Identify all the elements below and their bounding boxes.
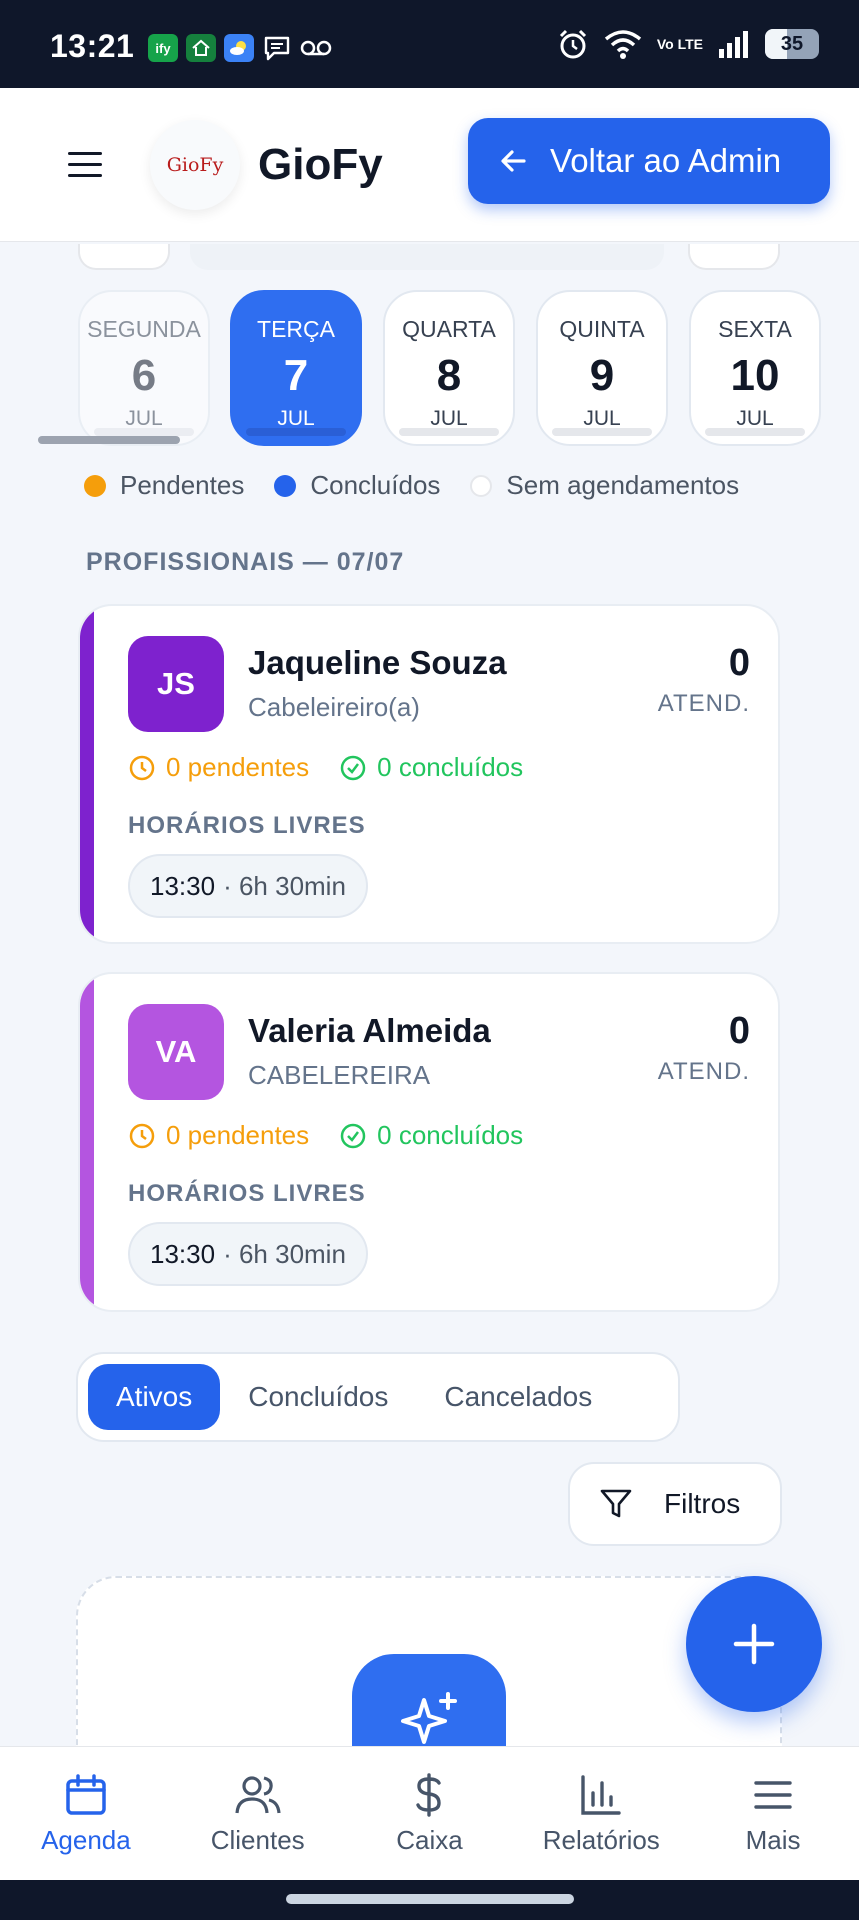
legend-pending: Pendentes [84, 470, 244, 501]
bottom-navigation: Agenda Clientes Caixa Relatórios Mais [0, 1746, 859, 1880]
brand-name: GioFy [258, 140, 383, 189]
pending-stat: 0 pendentes [128, 752, 309, 783]
status-legend: Pendentes Concluídos Sem agendamentos [84, 470, 739, 501]
arrow-left-icon [501, 150, 526, 172]
day-progress-bar [246, 428, 346, 436]
horizontal-scrollbar[interactable] [38, 436, 180, 444]
professional-card[interactable]: JS Jaqueline Souza Cabeleireiro(a) 0 ATE… [78, 604, 780, 944]
back-to-admin-button[interactable]: Voltar ao Admin [468, 118, 830, 204]
giofy-logo: GioFy [150, 120, 240, 210]
professional-name: Valeria Almeida [248, 1012, 491, 1049]
system-icons: Vo LTE 35 [557, 28, 819, 60]
back-to-admin-label: Voltar ao Admin [550, 142, 782, 179]
clock-icon [129, 1123, 155, 1148]
free-slot[interactable]: 13:30 · 6h 30min [128, 854, 368, 918]
day-sexta[interactable]: SEXTA 10 JUL [689, 290, 821, 446]
appointment-count: 0 [728, 642, 750, 684]
notification-icons: ify [148, 34, 332, 62]
free-slots-title: HORÁRIOS LIVRES [128, 1180, 366, 1207]
ify-app-icon: ify [148, 34, 178, 62]
add-appointment-fab[interactable] [686, 1576, 822, 1712]
day-terca[interactable]: TERÇA 7 JUL [230, 290, 362, 446]
appointment-count-label: ATEND. [657, 1058, 750, 1085]
users-icon [235, 1776, 281, 1814]
home-app-icon [186, 34, 216, 62]
weather-app-icon [224, 34, 254, 62]
wifi-icon [604, 30, 641, 59]
scrolled-element [688, 244, 780, 270]
status-time: 13:21 [50, 28, 135, 64]
filter-icon [600, 1489, 632, 1518]
scrolled-element [78, 244, 170, 270]
avatar: VA [128, 1004, 224, 1100]
nav-agenda[interactable]: Agenda [0, 1747, 172, 1880]
pending-dot-icon [84, 474, 106, 497]
home-gesture-handle[interactable] [286, 1894, 574, 1904]
pending-stat: 0 pendentes [128, 1120, 309, 1151]
check-circle-icon [340, 755, 366, 780]
day-segunda[interactable]: SEGUNDA 6 JUL [78, 290, 210, 446]
system-navigation-bar [0, 1880, 859, 1920]
alarm-icon [559, 29, 586, 59]
professional-card[interactable]: VA Valeria Almeida CABELEREIRA 0 ATEND. … [78, 972, 780, 1312]
day-quarta[interactable]: QUARTA 8 JUL [383, 290, 515, 446]
tab-cancelados[interactable]: Cancelados [416, 1364, 620, 1430]
check-circle-icon [340, 1123, 366, 1148]
status-bar: 13:21 ify Vo LTE 35 [0, 0, 859, 88]
day-progress-bar [399, 428, 499, 436]
day-progress-bar [552, 428, 652, 436]
professional-stats: 0 pendentes 0 concluídos [128, 1120, 523, 1151]
legend-completed: Concluídos [274, 470, 440, 501]
professional-stats: 0 pendentes 0 concluídos [128, 752, 523, 783]
nav-clientes[interactable]: Clientes [172, 1747, 344, 1880]
bar-chart-icon [581, 1775, 621, 1815]
appointment-count: 0 [728, 1010, 750, 1052]
hamburger-menu-button[interactable] [68, 152, 102, 178]
tab-concluidos[interactable]: Concluídos [220, 1364, 416, 1430]
completed-stat: 0 concluídos [339, 1120, 523, 1151]
signal-icon [719, 31, 748, 58]
status-tabs: Ativos Concluídos Cancelados [76, 1352, 680, 1442]
appointment-count-label: ATEND. [657, 690, 750, 717]
free-slots-title: HORÁRIOS LIVRES [128, 812, 366, 839]
app-header: GioFy GioFy Voltar ao Admin [0, 88, 859, 242]
day-quinta[interactable]: QUINTA 9 JUL [536, 290, 668, 446]
card-accent [80, 974, 94, 1310]
day-progress-bar [94, 428, 194, 436]
avatar: JS [128, 636, 224, 732]
professional-role: Cabeleireiro(a) [248, 692, 420, 722]
tab-ativos[interactable]: Ativos [88, 1364, 221, 1430]
voicemail-icon [300, 40, 332, 56]
completed-dot-icon [274, 474, 297, 497]
volte-indicator: Vo LTE [656, 36, 703, 52]
filters-button[interactable]: Filtros [568, 1462, 782, 1546]
empty-dot-icon [470, 474, 493, 497]
legend-none: Sem agendamentos [470, 470, 739, 501]
nav-mais[interactable]: Mais [687, 1747, 859, 1880]
calendar-icon [66, 1774, 106, 1815]
dollar-icon [416, 1773, 442, 1817]
professional-name: Jaqueline Souza [248, 644, 507, 681]
scrolled-element [190, 244, 664, 270]
battery-icon: 35 [765, 29, 819, 59]
plus-icon [733, 1623, 775, 1665]
nav-relatorios[interactable]: Relatórios [515, 1747, 687, 1880]
nav-caixa[interactable]: Caixa [344, 1747, 516, 1880]
clock-icon [129, 755, 155, 780]
free-slot[interactable]: 13:30 · 6h 30min [128, 1222, 368, 1286]
professional-role: CABELEREIRA [248, 1060, 431, 1090]
section-title: PROFISSIONAIS — 07/07 [86, 548, 405, 576]
menu-icon [754, 1781, 792, 1809]
chat-icon [264, 36, 290, 61]
completed-stat: 0 concluídos [339, 752, 523, 783]
card-accent [80, 606, 94, 942]
day-progress-bar [705, 428, 805, 436]
